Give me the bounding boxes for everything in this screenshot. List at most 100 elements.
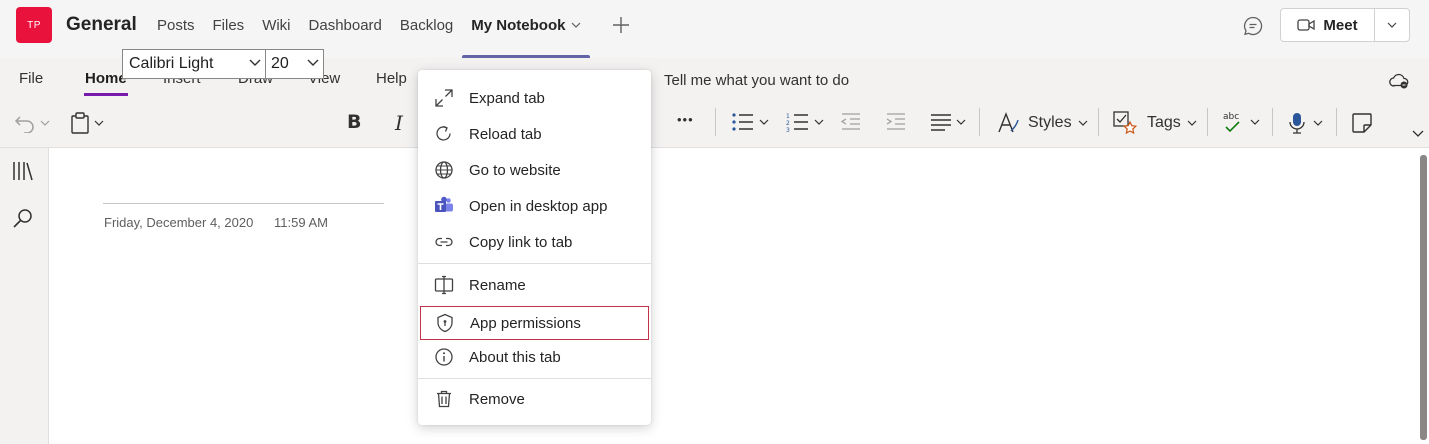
- ribbon-expand-button[interactable]: [1412, 130, 1424, 138]
- svg-text:1: 1: [786, 113, 790, 120]
- tab-label: Dashboard: [308, 17, 382, 34]
- conversation-button[interactable]: [1240, 13, 1266, 39]
- menu-item-copy-link-to-tab[interactable]: Copy link to tab: [418, 225, 651, 259]
- bold-button[interactable]: B: [347, 111, 361, 133]
- chevron-down-icon: [40, 120, 50, 126]
- tags-label: Tags: [1147, 114, 1181, 131]
- reload-icon: [434, 124, 454, 144]
- scrollbar-thumb[interactable]: [1420, 155, 1427, 440]
- divider: [1272, 108, 1273, 136]
- chevron-down-icon: [1187, 120, 1197, 126]
- cloud-sync-icon[interactable]: [1388, 72, 1410, 90]
- chevron-down-icon: [956, 119, 966, 125]
- tell-me-search[interactable]: Tell me what you want to do: [664, 72, 849, 89]
- menu-item-reload-tab[interactable]: Reload tab: [418, 117, 651, 151]
- chevron-down-icon: [307, 59, 319, 66]
- menu-item-app-permissions[interactable]: App permissions: [420, 306, 649, 340]
- navigation-rail: [0, 148, 49, 444]
- menu-item-label: About this tab: [469, 348, 561, 366]
- chevron-down-icon: [759, 119, 769, 125]
- menu-item-rename[interactable]: Rename: [418, 268, 651, 302]
- paragraph-alignment-button[interactable]: [930, 112, 966, 132]
- menu-item-label: App permissions: [470, 314, 581, 332]
- microphone-icon: [1289, 113, 1305, 134]
- search-icon: [13, 209, 32, 228]
- tab-label: My Notebook: [471, 17, 566, 34]
- trash-icon: [434, 389, 454, 409]
- menu-item-go-to-website[interactable]: Go to website: [418, 153, 651, 187]
- plus-icon: [613, 17, 629, 33]
- menu-item-label: Expand tab: [469, 89, 545, 107]
- menu-item-remove[interactable]: Remove: [418, 382, 651, 416]
- channel-name: General: [66, 14, 137, 35]
- chevron-down-icon: [1250, 119, 1260, 125]
- chevron-down-icon: [249, 59, 261, 66]
- tag-star-icon: [1113, 111, 1137, 135]
- decrease-indent-button[interactable]: [840, 112, 862, 132]
- indent-icon: [886, 113, 905, 130]
- chevron-down-icon[interactable]: [571, 22, 581, 28]
- more-options-button[interactable]: •••: [677, 112, 694, 127]
- sticky-note-button[interactable]: [1351, 112, 1373, 134]
- ribbon-tab-home[interactable]: Home: [84, 70, 128, 96]
- numbering-button[interactable]: 1 2 3: [786, 112, 824, 132]
- menu-item-label: Remove: [469, 390, 525, 408]
- chevron-down-icon: [1387, 22, 1397, 28]
- info-icon: [434, 347, 454, 367]
- undo-button[interactable]: [14, 113, 50, 133]
- svg-text:abc: abc: [1223, 112, 1239, 122]
- tab-my-notebook[interactable]: My Notebook: [462, 0, 591, 58]
- tab-context-menu: Expand tab Reload tab Go to website Open…: [418, 70, 651, 425]
- chevron-down-icon: [814, 119, 824, 125]
- outdent-icon: [840, 113, 860, 130]
- link-icon: [434, 232, 454, 252]
- menu-item-about-this-tab[interactable]: About this tab: [418, 340, 651, 374]
- menu-separator: [418, 378, 651, 379]
- ribbon-tab-help[interactable]: Help: [376, 70, 407, 87]
- increase-indent-button[interactable]: [885, 112, 907, 132]
- shield-icon: [435, 313, 455, 333]
- meet-button-group: Meet: [1280, 8, 1410, 42]
- font-size-select[interactable]: 20: [265, 49, 324, 79]
- sticky-note-icon: [1352, 113, 1372, 133]
- dictate-button[interactable]: [1287, 111, 1323, 135]
- tab-backlog[interactable]: Backlog: [391, 0, 462, 58]
- divider: [979, 108, 980, 136]
- chevron-down-icon: [1078, 120, 1088, 126]
- tab-label: Wiki: [262, 17, 291, 34]
- add-tab-button[interactable]: [610, 14, 632, 36]
- clipboard-icon: [71, 112, 89, 134]
- tab-label: Files: [212, 17, 245, 34]
- notebooks-button[interactable]: [12, 160, 36, 184]
- menu-item-label: Open in desktop app: [469, 197, 608, 215]
- divider: [1098, 108, 1099, 136]
- chevron-down-icon: [1313, 120, 1323, 126]
- ribbon-tab-file[interactable]: File: [19, 70, 43, 87]
- menu-item-label: Rename: [469, 276, 526, 294]
- expand-icon: [434, 88, 454, 108]
- svg-text:2: 2: [786, 120, 790, 127]
- menu-item-open-in-desktop-app[interactable]: Open in desktop app: [418, 189, 651, 223]
- menu-item-expand-tab[interactable]: Expand tab: [418, 81, 651, 115]
- page-title-line[interactable]: [103, 203, 384, 204]
- chat-icon: [1243, 16, 1263, 36]
- meet-options-button[interactable]: [1375, 9, 1409, 41]
- chevron-down-icon: [94, 120, 104, 126]
- rename-icon: [434, 275, 454, 295]
- meet-label: Meet: [1323, 16, 1358, 34]
- divider: [1336, 108, 1337, 136]
- spell-check-icon: abc: [1223, 112, 1240, 133]
- team-avatar[interactable]: TP: [16, 7, 52, 43]
- styles-button[interactable]: Styles: [996, 112, 1088, 134]
- paste-button[interactable]: [69, 111, 104, 135]
- bullets-button[interactable]: [731, 112, 769, 132]
- meet-button[interactable]: Meet: [1281, 9, 1374, 41]
- spelling-button[interactable]: abc: [1222, 110, 1260, 134]
- italic-button[interactable]: I: [395, 111, 403, 135]
- undo-icon: [14, 116, 34, 133]
- search-button[interactable]: [12, 208, 36, 232]
- menu-item-label: Copy link to tab: [469, 233, 573, 251]
- page-canvas[interactable]: [49, 148, 1418, 444]
- font-name-select[interactable]: Calibri Light: [122, 49, 266, 79]
- tags-button[interactable]: Tags: [1113, 111, 1197, 135]
